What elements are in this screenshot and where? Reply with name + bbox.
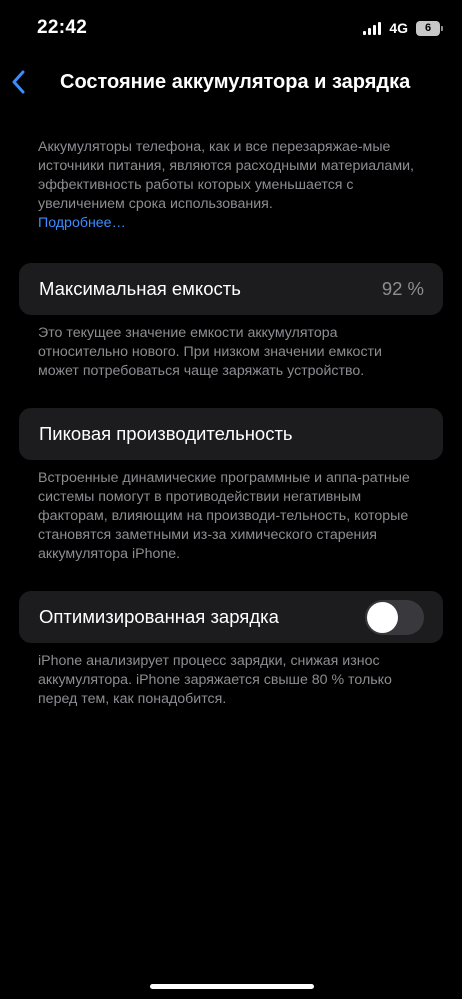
status-indicators: 4G 6 [363, 20, 443, 36]
toggle-knob [367, 601, 398, 633]
home-indicator[interactable] [150, 984, 314, 989]
battery-level: 6 [424, 22, 432, 34]
battery-icon: 6 [416, 20, 443, 36]
back-button[interactable] [8, 66, 28, 98]
cellular-signal-icon [363, 21, 382, 35]
peak-performance-row: Пиковая производительность [19, 408, 443, 460]
maximum-capacity-footnote: Это текущее значение емкости аккумулятор… [38, 325, 382, 379]
status-time: 22:42 [37, 17, 88, 38]
page-title: Состояние аккумулятора и зарядка [60, 71, 411, 93]
intro-text: Аккумуляторы телефона, как и все перезар… [38, 138, 424, 233]
peak-performance-footnote: Встроенные динамические программные и ап… [38, 470, 410, 562]
navigation-bar: Состояние аккумулятора и зарядка [0, 62, 462, 102]
intro-description: Аккумуляторы телефона, как и все перезар… [38, 139, 414, 212]
learn-more-link[interactable]: Подробнее… [38, 214, 424, 233]
optimized-charging-toggle[interactable] [365, 599, 424, 635]
optimized-charging-label: Оптимизированная зарядка [39, 606, 279, 627]
status-bar: 22:42 4G 6 [0, 0, 462, 56]
chevron-left-icon [12, 70, 25, 94]
battery-settings-content: Аккумуляторы телефона, как и все перезар… [0, 138, 462, 709]
network-type: 4G [389, 20, 408, 36]
optimized-charging-row: Оптимизированная зарядка [19, 591, 443, 643]
optimized-charging-footnote: iPhone анализирует процесс зарядки, сниж… [38, 653, 392, 707]
maximum-capacity-row: Максимальная емкость 92 % [19, 263, 443, 315]
maximum-capacity-label: Максимальная емкость [39, 278, 241, 299]
maximum-capacity-value: 92 % [381, 278, 424, 299]
peak-performance-label: Пиковая производительность [39, 423, 293, 444]
